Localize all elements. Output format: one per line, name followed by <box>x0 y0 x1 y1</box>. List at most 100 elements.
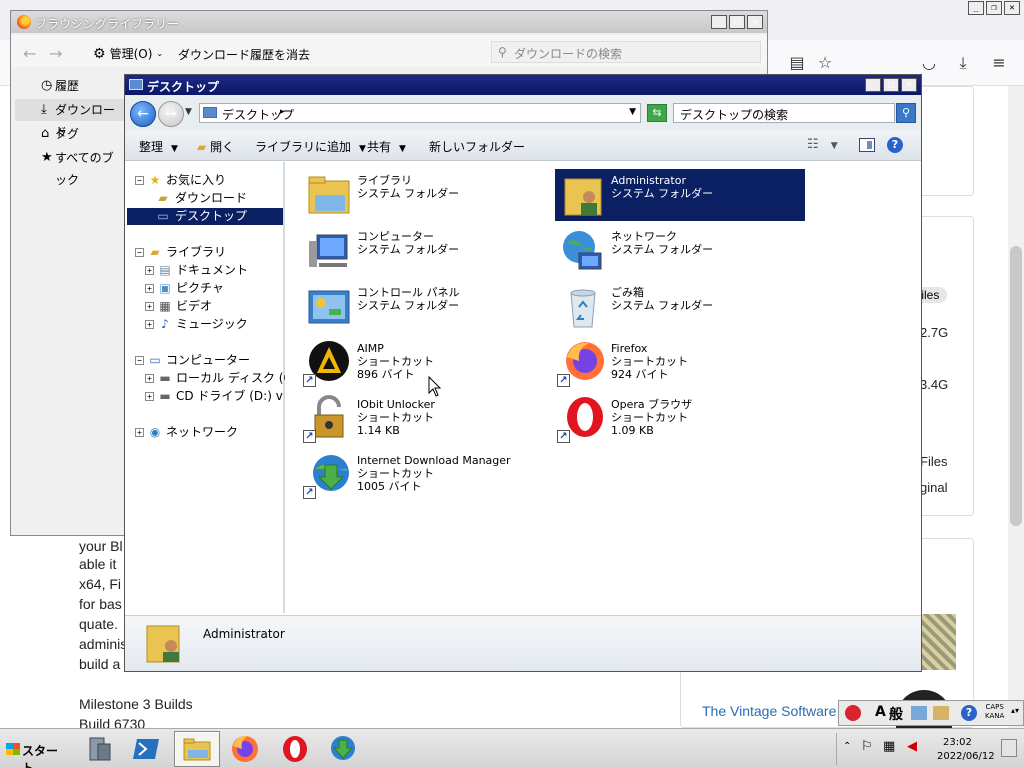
reader-view-icon[interactable]: ▤ <box>786 52 808 74</box>
item-firefox[interactable]: ↗ Firefox ショートカット 924 バイト <box>555 337 805 389</box>
start-button[interactable]: スタート <box>2 734 64 768</box>
new-folder-button[interactable]: 新しいフォルダー <box>429 138 525 155</box>
expand-icon[interactable]: + <box>145 284 154 293</box>
organize-button[interactable]: 整理 ▼ <box>139 138 178 155</box>
library-titlebar[interactable]: ブラウジングライブラリー _ □ ✕ <box>11 11 767 33</box>
nav-music[interactable]: + ♪ ミュージック <box>145 316 285 333</box>
item-iobit-unlocker[interactable]: ↗ IObit Unlocker ショートカット 1.14 KB <box>301 393 551 445</box>
nav-computer[interactable]: − ▭ コンピューター <box>135 352 285 369</box>
action-center-flag-icon[interactable]: ⚐ <box>861 739 873 754</box>
ime-pad-icon[interactable] <box>911 706 927 720</box>
clock-date[interactable]: 2022/06/12 <box>937 751 995 762</box>
minimize-icon[interactable]: _ <box>968 1 984 15</box>
search-input[interactable]: デスクトップの検索 <box>673 103 895 123</box>
taskbar-server-manager[interactable] <box>76 731 122 767</box>
item-network[interactable]: ネットワーク システム フォルダー <box>555 225 805 277</box>
page-scrollbar[interactable] <box>1008 86 1024 728</box>
item-internet-download-manager[interactable]: ↗ Internet Download Manager ショートカット 1005… <box>301 449 551 501</box>
pocket-icon[interactable]: ◡ <box>918 52 940 74</box>
show-hidden-icons-icon[interactable]: ⌃ <box>843 741 851 752</box>
nav-cd-drive[interactable]: + ▬ CD ドライブ (D:) virtio <box>145 388 283 405</box>
expand-icon[interactable]: + <box>135 428 144 437</box>
refresh-button[interactable]: ⇆ <box>647 104 667 122</box>
expand-icon[interactable]: + <box>145 374 154 383</box>
back-button[interactable]: ← <box>130 101 156 127</box>
nav-documents[interactable]: + ▤ ドキュメント <box>145 262 285 279</box>
explorer-titlebar[interactable]: デスクトップ _ □ ✕ <box>125 75 921 95</box>
nav-favorites[interactable]: − ★ お気に入り <box>135 172 285 189</box>
clock-time[interactable]: 23:02 <box>943 737 972 748</box>
ime-options-icon[interactable]: ▴▾ <box>1011 706 1019 715</box>
taskbar-explorer[interactable] <box>174 731 220 767</box>
nav-libraries[interactable]: − ▰ ライブラリ <box>135 244 285 261</box>
nav-downloads[interactable]: ▰ ダウンロード <box>135 190 285 207</box>
sidebar-item-history[interactable]: ◷ 履歴 <box>15 75 125 97</box>
forward-arrow-icon: → <box>165 106 177 122</box>
collapse-icon[interactable]: − <box>135 176 144 185</box>
taskbar-idm[interactable] <box>320 731 366 767</box>
item-administrator[interactable]: Administrator システム フォルダー <box>555 169 805 221</box>
ime-mode-a[interactable]: A <box>875 704 886 720</box>
change-view-icon[interactable]: ☷ ▼ <box>807 137 838 152</box>
expand-icon[interactable]: + <box>145 266 154 275</box>
menu-icon[interactable]: ≡ <box>988 52 1010 74</box>
vintage-software-link[interactable]: The Vintage Software <box>702 703 836 719</box>
sidebar-item-all-bookmarks[interactable]: ★ すべてのブック <box>15 147 125 187</box>
taskbar-firefox[interactable] <box>222 731 268 767</box>
download-search-input[interactable]: ⚲ ダウンロードの検索 <box>491 41 761 63</box>
address-input[interactable]: デスクトップ ▸ ▼ <box>199 103 641 123</box>
item-aimp[interactable]: ↗ AIMP ショートカット 896 バイト <box>301 337 551 389</box>
bookmark-star-icon[interactable]: ☆ <box>814 52 836 74</box>
collapse-icon[interactable]: − <box>135 248 144 257</box>
search-button[interactable]: ⚲ <box>896 103 916 123</box>
forward-arrow-icon[interactable]: → <box>49 44 62 63</box>
expand-icon[interactable]: + <box>145 320 154 329</box>
back-arrow-icon[interactable]: ← <box>23 44 36 63</box>
preview-pane-icon[interactable] <box>859 138 875 152</box>
ime-help-icon[interactable]: ? <box>961 705 977 721</box>
forward-button[interactable]: → <box>158 101 184 127</box>
expand-icon[interactable]: + <box>145 392 154 401</box>
nav-desktop[interactable]: ▭ デスクトップ <box>127 208 283 225</box>
close-icon[interactable]: ✕ <box>1004 1 1020 15</box>
address-dropdown-icon[interactable]: ▼ <box>629 107 636 117</box>
taskbar-opera[interactable] <box>272 731 318 767</box>
sidebar-item-tags[interactable]: ⌂ タグ <box>15 123 125 145</box>
maximize-icon[interactable]: □ <box>729 15 745 29</box>
help-icon[interactable]: ? <box>887 137 903 153</box>
minimize-icon[interactable]: _ <box>711 15 727 29</box>
volume-muted-icon[interactable]: ◀ <box>907 739 917 754</box>
ime-mode-han[interactable]: 般 <box>889 704 903 724</box>
scrollbar-thumb[interactable] <box>1010 246 1022 526</box>
item-opera[interactable]: ↗ Opera ブラウザ ショートカット 1.09 KB <box>555 393 805 445</box>
minimize-icon[interactable]: _ <box>865 78 881 92</box>
ime-icon[interactable] <box>845 705 861 721</box>
share-button[interactable]: 共有 ▼ <box>367 138 406 155</box>
add-to-library-button[interactable]: ライブラリに追加 ▼ <box>255 138 366 155</box>
close-icon[interactable]: ✕ <box>747 15 763 29</box>
clear-downloads-button[interactable]: ダウンロード履歴を消去 <box>178 46 310 63</box>
show-desktop-button[interactable] <box>1001 739 1017 757</box>
close-icon[interactable]: ✕ <box>901 78 917 92</box>
item-control-panel[interactable]: コントロール パネル システム フォルダー <box>301 281 551 333</box>
nav-local-disk[interactable]: + ▬ ローカル ディスク (C:) <box>145 370 285 387</box>
network-status-icon[interactable]: ▦ <box>883 739 895 754</box>
item-computer[interactable]: コンピューター システム フォルダー <box>301 225 551 277</box>
downloads-icon[interactable]: ⤓ <box>952 52 974 74</box>
ime-dictionary-icon[interactable] <box>933 706 949 720</box>
collapse-icon[interactable]: − <box>135 356 144 365</box>
manage-menu[interactable]: ⚙ 管理(O) ⌄ <box>93 45 163 62</box>
expand-icon[interactable]: + <box>145 302 154 311</box>
nav-pictures[interactable]: + ▣ ピクチャ <box>145 280 285 297</box>
nav-network[interactable]: + ◉ ネットワーク <box>135 424 285 441</box>
maximize-icon[interactable]: □ <box>883 78 899 92</box>
taskbar-powershell[interactable] <box>124 731 170 767</box>
item-libraries[interactable]: ライブラリ システム フォルダー <box>301 169 551 221</box>
item-recycle-bin[interactable]: ごみ箱 システム フォルダー <box>555 281 805 333</box>
breadcrumb-chevron-icon[interactable]: ▸ <box>280 107 285 117</box>
nav-videos[interactable]: + ▦ ビデオ <box>145 298 285 315</box>
sidebar-item-downloads[interactable]: ⤓ ダウンロード <box>15 99 125 139</box>
recent-pages-dropdown[interactable]: ▼ <box>185 107 192 117</box>
restore-icon[interactable]: ❐ <box>986 1 1002 15</box>
open-button[interactable]: ▰ 開く <box>197 138 234 155</box>
